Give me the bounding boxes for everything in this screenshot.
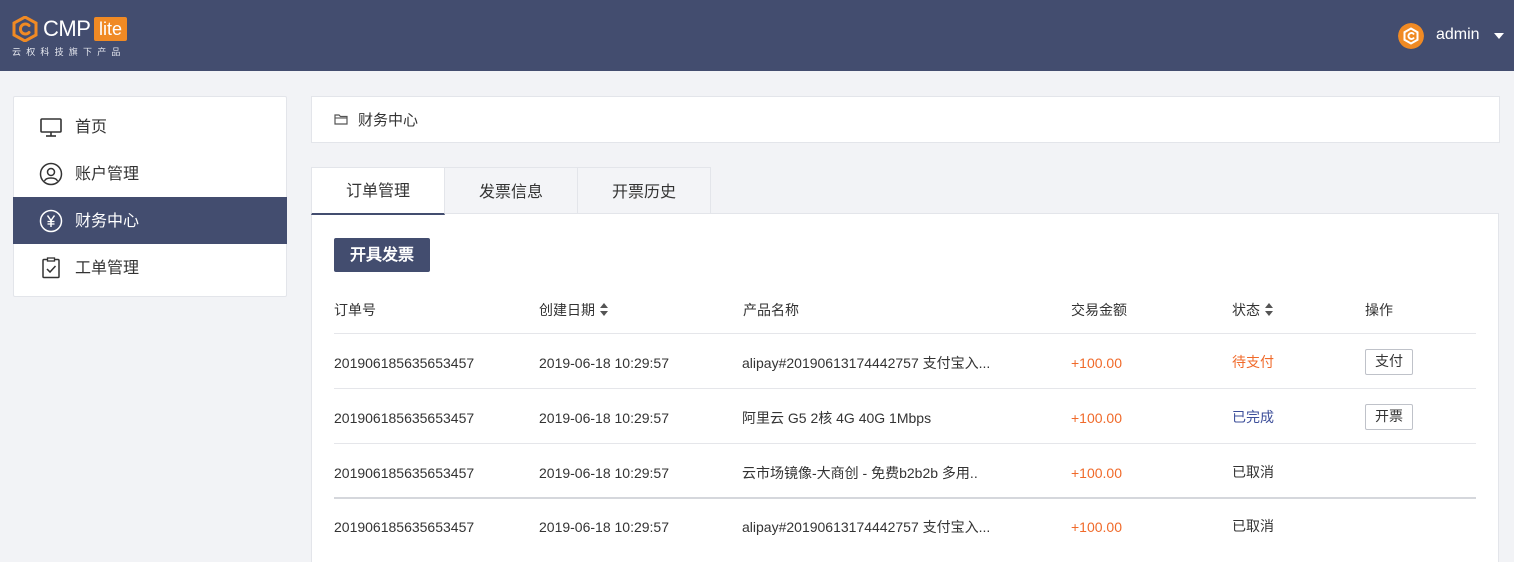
invoice-button[interactable]: 开票	[1365, 404, 1413, 430]
cell-created: 2019-06-18 10:29:57	[539, 465, 669, 481]
cell-order-no: 201906185635653457	[334, 410, 475, 426]
pay-button[interactable]: 支付	[1365, 349, 1413, 375]
monitor-icon	[40, 118, 62, 137]
sort-icon[interactable]	[600, 302, 608, 316]
folder-icon	[334, 114, 348, 125]
divider	[334, 443, 1476, 444]
cell-product: alipay#20190613174442757 支付宝入...	[742, 519, 991, 535]
column-header-product: 产品名称	[743, 303, 799, 319]
column-header-action: 操作	[1365, 303, 1393, 319]
clipboard-check-icon	[42, 257, 60, 279]
column-header-order-no: 订单号	[334, 303, 376, 319]
sidebar-item-tickets[interactable]: 工单管理	[14, 244, 286, 291]
sidebar: 首页 账户管理 财务中心 工单管理	[13, 96, 287, 297]
column-header-label: 创建日期	[539, 303, 595, 319]
cell-status: 已完成	[1232, 410, 1274, 426]
issue-invoice-button[interactable]: 开具发票	[334, 238, 430, 272]
yen-circle-icon	[39, 209, 63, 233]
tab-invoice-history[interactable]: 开票历史	[577, 167, 711, 214]
breadcrumb: 财务中心	[311, 96, 1500, 143]
cell-order-no: 201906185635653457	[334, 519, 475, 535]
cell-order-no: 201906185635653457	[334, 465, 475, 481]
cell-amount: +100.00	[1071, 519, 1122, 535]
cell-order-no: 201906185635653457	[334, 355, 475, 371]
sort-icon[interactable]	[1265, 302, 1273, 316]
cell-status: 已取消	[1232, 519, 1274, 535]
sidebar-item-home[interactable]: 首页	[14, 103, 286, 150]
cell-created: 2019-06-18 10:29:57	[539, 355, 669, 371]
column-header-label: 状态	[1232, 303, 1260, 319]
tab-orders[interactable]: 订单管理	[311, 167, 445, 215]
cell-status: 已取消	[1232, 465, 1274, 481]
column-header-amount: 交易金额	[1071, 303, 1127, 319]
sidebar-item-account[interactable]: 账户管理	[14, 150, 286, 197]
divider	[334, 333, 1476, 334]
column-header-status[interactable]: 状态	[1232, 302, 1273, 320]
brand-logo[interactable]: CMP lite 云权科技旗下产品	[12, 14, 142, 58]
cell-product: alipay#20190613174442757 支付宝入...	[742, 355, 991, 371]
sidebar-item-label: 首页	[75, 117, 108, 136]
breadcrumb-current: 财务中心	[358, 111, 419, 129]
brand-name: CMP	[43, 16, 91, 41]
sidebar-item-finance[interactable]: 财务中心	[13, 197, 287, 244]
cell-amount: +100.00	[1071, 410, 1122, 426]
user-circle-icon	[39, 162, 63, 186]
username: admin	[1436, 26, 1480, 43]
user-menu[interactable]: admin	[1398, 22, 1504, 50]
top-header: CMP lite 云权科技旗下产品 admin	[0, 0, 1514, 71]
cell-amount: +100.00	[1071, 465, 1122, 481]
cmp-logo-icon	[12, 16, 38, 42]
cell-product: 阿里云 G5 2核 4G 40G 1Mbps	[742, 410, 932, 426]
sidebar-item-label: 工单管理	[75, 258, 140, 277]
cell-created: 2019-06-18 10:29:57	[539, 519, 669, 535]
brand-tagline: 云权科技旗下产品	[12, 48, 126, 58]
sidebar-item-label: 财务中心	[75, 211, 140, 230]
orders-panel: 开具发票 订单号 创建日期 产品名称 交易金额 状态 操作 2019061856…	[311, 213, 1499, 562]
cell-created: 2019-06-18 10:29:57	[539, 410, 669, 426]
column-header-created[interactable]: 创建日期	[539, 302, 608, 320]
cell-amount: +100.00	[1071, 355, 1122, 371]
tab-invoice-info[interactable]: 发票信息	[444, 167, 578, 214]
user-logo-icon	[1398, 23, 1424, 49]
divider	[334, 497, 1476, 499]
sidebar-item-label: 账户管理	[75, 164, 140, 183]
cell-status: 待支付	[1232, 355, 1274, 371]
caret-down-icon	[1494, 33, 1504, 39]
divider	[334, 388, 1476, 389]
cell-product: 云市场镜像-大商创 - 免费b2b2b 多用..	[742, 465, 978, 481]
brand-edition-badge: lite	[94, 17, 128, 41]
